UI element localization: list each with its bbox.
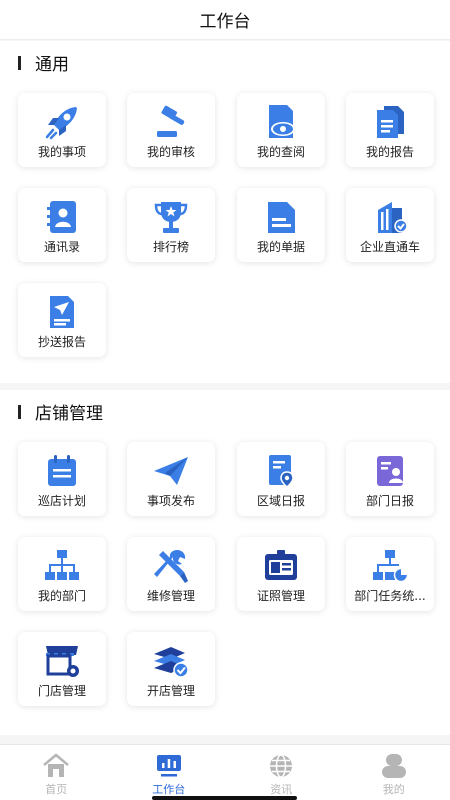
tile-label: 我的报告 — [365, 145, 414, 159]
tile-enterprise-express[interactable]: 企业直通车 — [346, 188, 434, 262]
document-eye-icon — [261, 103, 301, 141]
tile-repair-management[interactable]: 维修管理 — [127, 537, 215, 611]
tile-ranking[interactable]: 排行榜 — [127, 188, 215, 262]
tile-contacts[interactable]: 通讯录 — [18, 188, 106, 262]
tile-label: 我的审核 — [146, 145, 195, 159]
tile-patrol-plan[interactable]: 巡店计划 — [18, 442, 106, 516]
rocket-icon — [42, 103, 82, 141]
tile-label: 部门任务统... — [354, 589, 426, 603]
org-chart-icon — [42, 547, 82, 585]
tile-label: 部门日报 — [365, 494, 414, 508]
page-title: 工作台 — [199, 12, 251, 32]
tile-label: 我的查阅 — [256, 145, 305, 159]
location-document-icon — [261, 452, 301, 490]
paper-plane-icon — [151, 452, 191, 490]
tab-home[interactable]: 首页 — [0, 745, 113, 800]
globe-icon — [267, 753, 295, 779]
tile-license-management[interactable]: 证照管理 — [237, 537, 325, 611]
section-title: 通用 — [35, 54, 69, 75]
tab-news[interactable]: 资讯 — [225, 745, 338, 800]
tab-label: 工作台 — [152, 783, 186, 796]
tile-my-receipts[interactable]: 我的单据 — [237, 188, 325, 262]
profile-icon — [380, 753, 408, 779]
tile-label: 事项发布 — [146, 494, 195, 508]
tab-label: 我的 — [382, 783, 405, 796]
tile-label: 维修管理 — [146, 589, 195, 603]
tile-area-daily[interactable]: 区域日报 — [237, 442, 325, 516]
tab-mine[interactable]: 我的 — [338, 745, 450, 800]
tile-label: 企业直通车 — [359, 240, 420, 254]
tile-dept-task-stats[interactable]: 部门任务统... — [346, 537, 434, 611]
tab-bar: 首页 工作台 资讯 我的 — [0, 744, 450, 800]
paper-plane-document-icon — [42, 293, 82, 331]
tile-my-department[interactable]: 我的部门 — [18, 537, 106, 611]
tab-label: 资讯 — [270, 783, 293, 796]
tools-icon — [151, 547, 191, 585]
report-icon — [370, 103, 410, 141]
tile-my-items[interactable]: 我的事项 — [18, 93, 106, 167]
task-stats-icon — [370, 547, 410, 585]
tile-store-management[interactable]: 门店管理 — [18, 632, 106, 706]
tile-label: 区域日报 — [256, 494, 305, 508]
tile-label: 排行榜 — [152, 240, 189, 254]
tab-label: 首页 — [45, 783, 68, 796]
section-header: 店铺管理 — [0, 390, 450, 432]
tile-my-review[interactable]: 我的审核 — [127, 93, 215, 167]
tile-cc-report[interactable]: 抄送报告 — [18, 283, 106, 357]
section-marker — [18, 56, 21, 70]
tile-label: 门店管理 — [37, 684, 86, 698]
section-store-management: 店铺管理 巡店计划 事项发布 区域日报 部门日报 我的部门 维修管理 证照管理 … — [0, 390, 450, 735]
store-settings-icon — [42, 642, 82, 680]
tile-label: 通讯录 — [43, 240, 80, 254]
calendar-icon — [42, 452, 82, 490]
tile-open-store-management[interactable]: 开店管理 — [127, 632, 215, 706]
workbench-icon — [155, 753, 183, 779]
tile-label: 我的部门 — [37, 589, 86, 603]
tile-my-read[interactable]: 我的查阅 — [237, 93, 325, 167]
section-title: 店铺管理 — [35, 403, 103, 424]
home-icon — [42, 753, 70, 779]
gavel-icon — [151, 103, 191, 141]
tile-label: 我的单据 — [256, 240, 305, 254]
open-store-icon — [151, 642, 191, 680]
tile-dept-daily[interactable]: 部门日报 — [346, 442, 434, 516]
tile-label: 抄送报告 — [37, 335, 86, 349]
home-indicator — [152, 796, 297, 800]
tile-label: 巡店计划 — [37, 494, 86, 508]
tile-label: 证照管理 — [256, 589, 305, 603]
trophy-icon — [151, 198, 191, 236]
section-general: 通用 我的事项 我的审核 我的查阅 我的报告 通讯录 排行榜 我的单据 企业直通… — [0, 41, 450, 383]
section-marker — [18, 405, 21, 419]
tile-publish-item[interactable]: 事项发布 — [127, 442, 215, 516]
tile-label: 我的事项 — [37, 145, 86, 159]
tab-workbench[interactable]: 工作台 — [113, 745, 226, 800]
person-document-icon — [370, 452, 410, 490]
id-card-icon — [261, 547, 301, 585]
nav-bar: 工作台 — [0, 0, 450, 40]
building-icon — [370, 198, 410, 236]
receipt-icon — [261, 198, 301, 236]
tile-label: 开店管理 — [146, 684, 195, 698]
contacts-icon — [42, 198, 82, 236]
tile-my-report[interactable]: 我的报告 — [346, 93, 434, 167]
section-header: 通用 — [0, 41, 450, 83]
